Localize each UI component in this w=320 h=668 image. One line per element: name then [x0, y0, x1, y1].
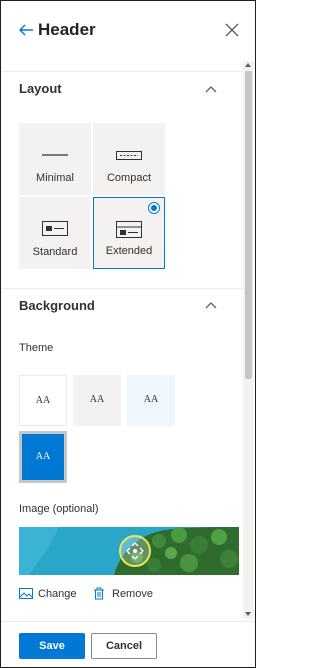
- header-divider: [1, 71, 243, 72]
- pane-header: Header: [1, 1, 255, 61]
- property-pane: Header Layout Minimal Compact Standard E…: [0, 0, 256, 668]
- image-icon: [19, 588, 33, 599]
- selected-radio-icon: [148, 202, 160, 214]
- layout-option-label: Minimal: [36, 172, 74, 184]
- footer-divider: [1, 621, 255, 622]
- scroll-up-arrow-icon[interactable]: [245, 63, 251, 67]
- remove-image-button[interactable]: Remove: [93, 587, 155, 603]
- standard-layout-icon: [42, 221, 68, 236]
- change-label: Change: [38, 588, 77, 600]
- remove-label: Remove: [112, 588, 153, 600]
- theme-sample-text: AA: [35, 395, 51, 406]
- layout-option-compact[interactable]: Compact: [93, 123, 165, 195]
- layout-option-label: Extended: [105, 245, 153, 257]
- scrollbar-thumb[interactable]: [245, 71, 252, 379]
- pane-title: Header: [38, 20, 96, 39]
- layout-option-minimal[interactable]: Minimal: [19, 123, 91, 195]
- image-label: Image (optional): [19, 503, 99, 515]
- layout-option-standard[interactable]: Standard: [19, 197, 91, 269]
- chevron-up-icon[interactable]: [205, 301, 217, 309]
- layout-option-label: Compact: [106, 172, 152, 184]
- theme-sample-text: AA: [143, 394, 159, 405]
- layout-section-title: Layout: [19, 81, 62, 96]
- cancel-button[interactable]: Cancel: [91, 633, 157, 659]
- chevron-up-icon[interactable]: [205, 85, 217, 93]
- focal-point-handle[interactable]: [119, 535, 151, 567]
- theme-option-none[interactable]: AA: [19, 375, 67, 426]
- section-divider: [1, 288, 243, 289]
- theme-label: Theme: [19, 342, 54, 354]
- trash-icon: [94, 587, 104, 600]
- compact-layout-icon: [116, 151, 142, 160]
- layout-option-label: Standard: [32, 246, 78, 258]
- extended-layout-icon: [116, 221, 142, 238]
- theme-sample-text: AA: [35, 451, 51, 462]
- scroll-down-arrow-icon[interactable]: [245, 612, 251, 616]
- save-button[interactable]: Save: [19, 633, 85, 659]
- change-image-button[interactable]: Change: [19, 587, 81, 603]
- scrollbar[interactable]: [243, 61, 254, 619]
- move-arrows-icon: [126, 542, 144, 560]
- minimal-layout-icon: [42, 154, 68, 156]
- theme-option-soft[interactable]: AA: [127, 375, 175, 426]
- theme-option-strong[interactable]: AA: [19, 431, 67, 483]
- close-icon[interactable]: [225, 23, 239, 37]
- background-section-title: Background: [19, 298, 95, 313]
- theme-sample-text: AA: [89, 394, 105, 405]
- theme-option-neutral[interactable]: AA: [73, 375, 121, 426]
- arrow-left-icon[interactable]: [17, 21, 35, 39]
- layout-option-extended[interactable]: Extended: [93, 197, 165, 269]
